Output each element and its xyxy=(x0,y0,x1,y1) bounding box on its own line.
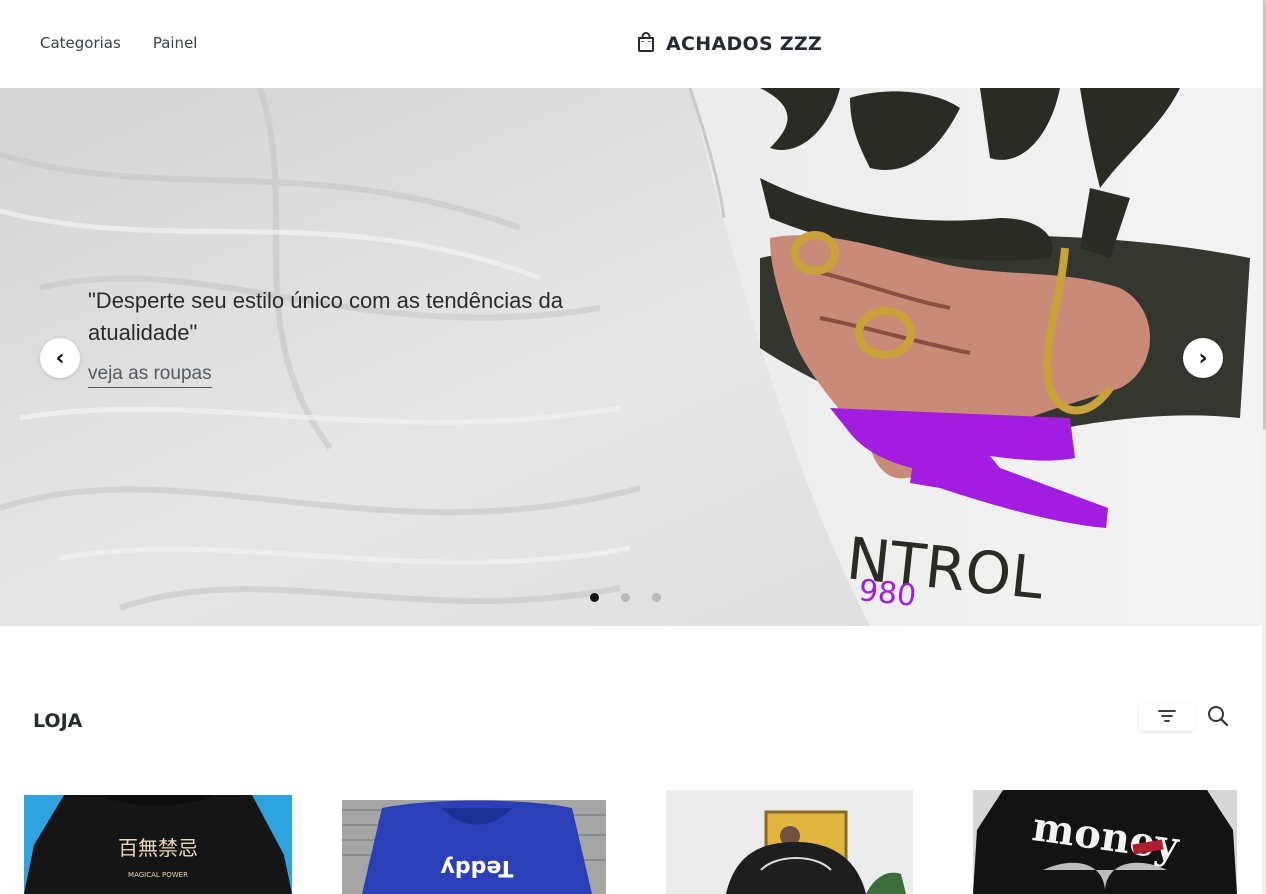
product-card[interactable]: 百無禁忌 MAGICAL POWER xyxy=(24,795,292,894)
carousel-next-button[interactable]: › xyxy=(1183,338,1223,378)
brand-logo[interactable]: ACHADOS ZZZ xyxy=(636,31,822,57)
chevron-right-icon: › xyxy=(1198,345,1208,371)
site-header: Categorias Painel ACHADOS ZZZ xyxy=(0,0,1262,88)
hero-caption: "Desperte seu estilo único com as tendên… xyxy=(88,285,648,388)
product-image: Teddy xyxy=(342,800,606,894)
nav-painel[interactable]: Painel xyxy=(153,34,198,52)
carousel-dot-1[interactable] xyxy=(590,593,599,602)
filter-button[interactable] xyxy=(1139,703,1195,731)
product-print-subtext: MAGICAL POWER xyxy=(128,871,188,879)
hero-cta-link[interactable]: veja as roupas xyxy=(88,363,212,388)
nav-categorias[interactable]: Categorias xyxy=(40,34,121,52)
search-icon xyxy=(1206,706,1230,732)
carousel-dot-2[interactable] xyxy=(621,593,630,602)
product-image: money xyxy=(973,790,1237,894)
shirt-print-year: 980 xyxy=(857,573,918,614)
product-card[interactable]: money xyxy=(973,790,1237,894)
shop-title: LOJA xyxy=(33,710,83,732)
product-card[interactable]: Teddy xyxy=(342,800,606,894)
hero-carousel: NTROL 980 "Desperte seu estilo único com… xyxy=(0,88,1262,626)
product-image xyxy=(666,790,913,894)
product-card[interactable] xyxy=(666,790,913,894)
product-print-text: 百無禁忌 xyxy=(118,836,198,860)
search-button[interactable] xyxy=(1206,704,1230,728)
product-print-text: Teddy xyxy=(441,855,514,880)
brand-name: ACHADOS ZZZ xyxy=(666,33,823,55)
filter-icon xyxy=(1158,708,1176,727)
carousel-indicators xyxy=(590,593,661,602)
main-nav: Categorias Painel xyxy=(40,34,197,52)
carousel-prev-button[interactable]: ‹ xyxy=(40,338,80,378)
carousel-dot-3[interactable] xyxy=(652,593,661,602)
hero-quote: "Desperte seu estilo único com as tendên… xyxy=(88,288,563,345)
product-image: 百無禁忌 MAGICAL POWER xyxy=(24,795,292,894)
chevron-left-icon: ‹ xyxy=(55,345,65,371)
shopping-bag-icon xyxy=(636,31,656,57)
